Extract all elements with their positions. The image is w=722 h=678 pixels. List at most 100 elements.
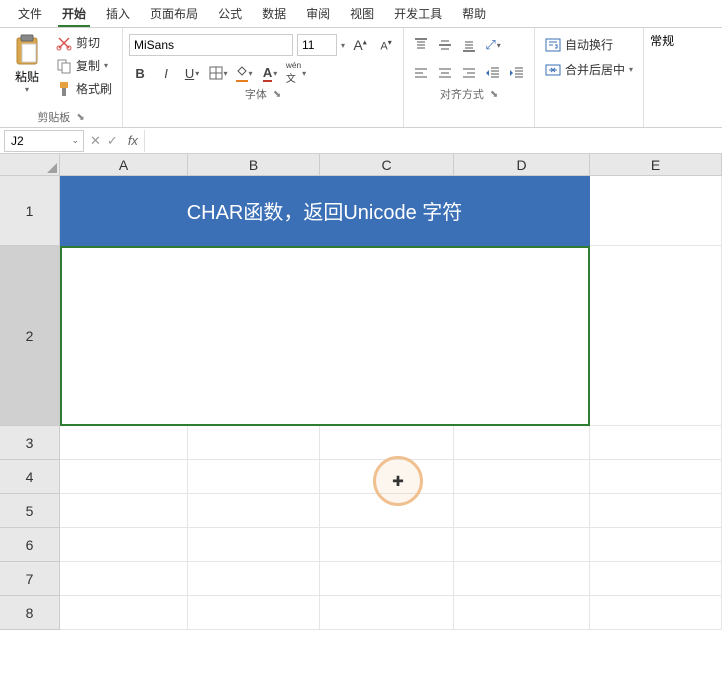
phonetic-button[interactable]: wén文▾: [285, 62, 307, 84]
align-center-button[interactable]: [434, 62, 456, 84]
cell-E2[interactable]: [590, 246, 722, 426]
align-top-button[interactable]: [410, 34, 432, 56]
cell-E1[interactable]: [590, 176, 722, 246]
copy-button[interactable]: 复制 ▾: [52, 55, 116, 76]
cell-B4[interactable]: [188, 460, 320, 494]
name-box[interactable]: J2 ⌄: [4, 130, 84, 152]
border-button[interactable]: ▾: [207, 62, 229, 84]
number-format-label[interactable]: 常规: [650, 34, 674, 48]
align-dialog-launcher[interactable]: ⬊: [490, 89, 498, 100]
format-painter-button[interactable]: 格式刷: [52, 78, 116, 99]
wrap-text-button[interactable]: 自动换行: [541, 34, 637, 55]
cell-A8[interactable]: [60, 596, 188, 630]
merge-center-button[interactable]: 合并后居中 ▾: [541, 59, 637, 80]
merge-icon: [545, 62, 561, 78]
wrap-icon: [545, 37, 561, 53]
row-header-6[interactable]: 6: [0, 528, 60, 562]
brush-icon: [56, 81, 72, 97]
menu-help[interactable]: 帮助: [452, 1, 496, 26]
increase-indent-button[interactable]: [506, 62, 528, 84]
cell-C8[interactable]: [320, 596, 454, 630]
menu-developer[interactable]: 开发工具: [384, 1, 452, 26]
increase-font-button[interactable]: A▴: [349, 34, 371, 56]
row-header-1[interactable]: 1: [0, 176, 60, 246]
cell-E8[interactable]: [590, 596, 722, 630]
cell-E6[interactable]: [590, 528, 722, 562]
fx-icon[interactable]: fx: [128, 133, 138, 148]
row-header-5[interactable]: 5: [0, 494, 60, 528]
cancel-formula-button[interactable]: ✕: [90, 133, 101, 149]
menu-data[interactable]: 数据: [252, 1, 296, 26]
align-middle-icon: [437, 37, 453, 53]
menu-bar: 文件 开始 插入 页面布局 公式 数据 审阅 视图 开发工具 帮助: [0, 0, 722, 28]
cell-C6[interactable]: [320, 528, 454, 562]
row-header-4[interactable]: 4: [0, 460, 60, 494]
font-size-select[interactable]: [297, 34, 337, 56]
row-header-3[interactable]: 3: [0, 426, 60, 460]
decrease-indent-button[interactable]: [482, 62, 504, 84]
cell-D6[interactable]: [454, 528, 590, 562]
row-header-2[interactable]: 2: [0, 246, 60, 426]
cell-C7[interactable]: [320, 562, 454, 596]
menu-review[interactable]: 审阅: [296, 1, 340, 26]
align-bottom-button[interactable]: [458, 34, 480, 56]
align-right-icon: [461, 65, 477, 81]
menu-insert[interactable]: 插入: [96, 1, 140, 26]
paste-button[interactable]: 粘贴 ▾: [6, 32, 48, 94]
menu-file[interactable]: 文件: [8, 1, 52, 26]
menu-home[interactable]: 开始: [52, 1, 96, 26]
cell-E5[interactable]: [590, 494, 722, 528]
cell-E3[interactable]: [590, 426, 722, 460]
font-color-button[interactable]: A▾: [259, 62, 281, 84]
col-header-C[interactable]: C: [320, 154, 454, 176]
cell-E4[interactable]: [590, 460, 722, 494]
chevron-down-icon[interactable]: ⌄: [71, 135, 83, 146]
align-right-button[interactable]: [458, 62, 480, 84]
cell-C3[interactable]: [320, 426, 454, 460]
row-header-7[interactable]: 7: [0, 562, 60, 596]
fill-color-button[interactable]: ▾: [233, 62, 255, 84]
cell-B8[interactable]: [188, 596, 320, 630]
cell-D8[interactable]: [454, 596, 590, 630]
menu-formulas[interactable]: 公式: [208, 1, 252, 26]
menu-view[interactable]: 视图: [340, 1, 384, 26]
cell-B5[interactable]: [188, 494, 320, 528]
cell-A6[interactable]: [60, 528, 188, 562]
italic-button[interactable]: I: [155, 62, 177, 84]
cell-A4[interactable]: [60, 460, 188, 494]
cell-A2-D2-merged[interactable]: [60, 246, 590, 426]
col-header-E[interactable]: E: [590, 154, 722, 176]
cell-C5[interactable]: [320, 494, 454, 528]
underline-button[interactable]: U▾: [181, 62, 203, 84]
cell-C4[interactable]: [320, 460, 454, 494]
cell-A7[interactable]: [60, 562, 188, 596]
formula-input[interactable]: [144, 130, 722, 152]
decrease-font-button[interactable]: A▾: [375, 34, 397, 56]
row-header-8[interactable]: 8: [0, 596, 60, 630]
cell-D7[interactable]: [454, 562, 590, 596]
cell-A3[interactable]: [60, 426, 188, 460]
cell-D5[interactable]: [454, 494, 590, 528]
font-dialog-launcher[interactable]: ⬊: [273, 89, 281, 100]
clipboard-dialog-launcher[interactable]: ⬊: [76, 112, 84, 123]
font-name-select[interactable]: [129, 34, 293, 56]
menu-page-layout[interactable]: 页面布局: [140, 1, 208, 26]
cell-B6[interactable]: [188, 528, 320, 562]
cell-E7[interactable]: [590, 562, 722, 596]
cell-D3[interactable]: [454, 426, 590, 460]
align-middle-button[interactable]: [434, 34, 456, 56]
cut-button[interactable]: 剪切: [52, 32, 116, 53]
col-header-A[interactable]: A: [60, 154, 188, 176]
col-header-D[interactable]: D: [454, 154, 590, 176]
cell-A1-D1-merged[interactable]: CHAR函数，返回Unicode 字符: [60, 176, 590, 246]
cell-D4[interactable]: [454, 460, 590, 494]
select-all-corner[interactable]: [0, 154, 60, 176]
cell-B3[interactable]: [188, 426, 320, 460]
accept-formula-button[interactable]: ✓: [107, 133, 118, 149]
cell-A5[interactable]: [60, 494, 188, 528]
bold-button[interactable]: B: [129, 62, 151, 84]
orientation-button[interactable]: ⤢▾: [482, 34, 504, 56]
align-left-button[interactable]: [410, 62, 432, 84]
cell-B7[interactable]: [188, 562, 320, 596]
col-header-B[interactable]: B: [188, 154, 320, 176]
